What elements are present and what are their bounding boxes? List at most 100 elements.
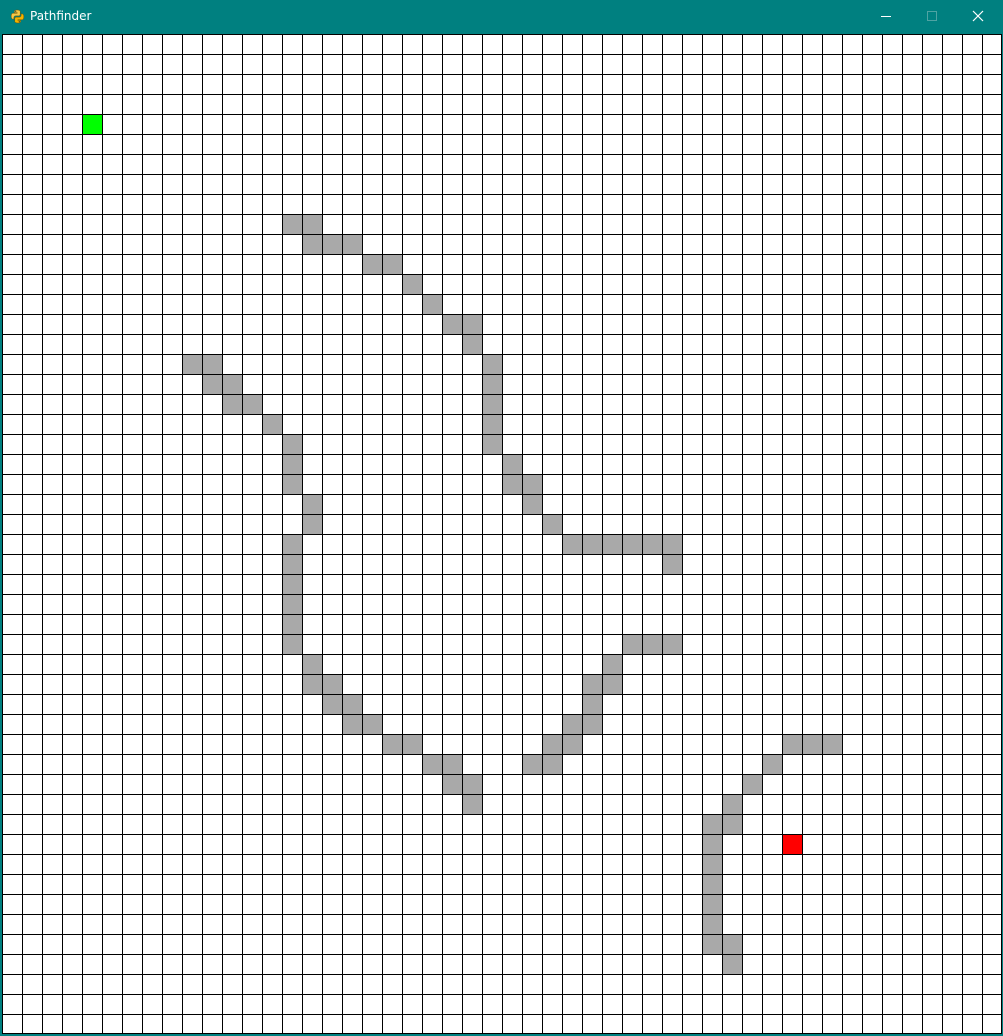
wall-cell[interactable]	[342, 234, 362, 254]
wall-cell[interactable]	[722, 794, 742, 814]
wall-cell[interactable]	[542, 734, 562, 754]
wall-cell[interactable]	[282, 594, 302, 614]
wall-cell[interactable]	[742, 774, 762, 794]
wall-cell[interactable]	[322, 234, 342, 254]
wall-cell[interactable]	[382, 254, 402, 274]
wall-cell[interactable]	[242, 394, 262, 414]
wall-cell[interactable]	[482, 354, 502, 374]
wall-cell[interactable]	[422, 754, 442, 774]
wall-cell[interactable]	[702, 854, 722, 874]
wall-cell[interactable]	[462, 334, 482, 354]
wall-cell[interactable]	[422, 294, 442, 314]
wall-cell[interactable]	[722, 954, 742, 974]
wall-cell[interactable]	[322, 694, 342, 714]
wall-cell[interactable]	[502, 454, 522, 474]
wall-cell[interactable]	[802, 734, 822, 754]
wall-cell[interactable]	[482, 394, 502, 414]
grid-canvas[interactable]	[2, 34, 1002, 1034]
wall-cell[interactable]	[402, 274, 422, 294]
wall-cell[interactable]	[462, 774, 482, 794]
title-bar[interactable]: Pathfinder	[0, 0, 1003, 32]
close-icon	[972, 10, 984, 22]
wall-cell[interactable]	[702, 834, 722, 854]
wall-cell[interactable]	[202, 374, 222, 394]
wall-cell[interactable]	[282, 614, 302, 634]
wall-cell[interactable]	[462, 794, 482, 814]
wall-cell[interactable]	[182, 354, 202, 374]
wall-cell[interactable]	[302, 674, 322, 694]
wall-cell[interactable]	[282, 554, 302, 574]
wall-cell[interactable]	[282, 534, 302, 554]
wall-cell[interactable]	[362, 714, 382, 734]
wall-cell[interactable]	[562, 714, 582, 734]
wall-cell[interactable]	[282, 214, 302, 234]
wall-cell[interactable]	[302, 234, 322, 254]
wall-cell[interactable]	[282, 454, 302, 474]
wall-cell[interactable]	[662, 634, 682, 654]
wall-cell[interactable]	[462, 314, 482, 334]
wall-cell[interactable]	[702, 894, 722, 914]
wall-cell[interactable]	[582, 714, 602, 734]
wall-cell[interactable]	[782, 734, 802, 754]
minimize-button[interactable]	[863, 0, 909, 32]
wall-cell[interactable]	[662, 554, 682, 574]
wall-cell[interactable]	[582, 534, 602, 554]
maximize-button[interactable]	[909, 0, 955, 32]
end-cell[interactable]	[782, 834, 802, 854]
close-button[interactable]	[955, 0, 1001, 32]
wall-cell[interactable]	[502, 474, 522, 494]
wall-cell[interactable]	[522, 494, 542, 514]
wall-cell[interactable]	[702, 814, 722, 834]
wall-cell[interactable]	[302, 214, 322, 234]
wall-cell[interactable]	[542, 514, 562, 534]
wall-cell[interactable]	[262, 414, 282, 434]
wall-cell[interactable]	[402, 734, 422, 754]
wall-cell[interactable]	[222, 374, 242, 394]
wall-cell[interactable]	[822, 734, 842, 754]
wall-cell[interactable]	[602, 674, 622, 694]
wall-cell[interactable]	[582, 674, 602, 694]
wall-cell[interactable]	[342, 714, 362, 734]
start-cell[interactable]	[82, 114, 102, 134]
wall-cell[interactable]	[582, 694, 602, 714]
wall-cell[interactable]	[602, 534, 622, 554]
pathfinder-grid[interactable]	[2, 34, 1002, 1034]
wall-cell[interactable]	[442, 774, 462, 794]
wall-cell[interactable]	[442, 754, 462, 774]
wall-cell[interactable]	[282, 434, 302, 454]
wall-cell[interactable]	[202, 354, 222, 374]
wall-cell[interactable]	[702, 874, 722, 894]
wall-cell[interactable]	[702, 914, 722, 934]
wall-cell[interactable]	[622, 534, 642, 554]
wall-cell[interactable]	[362, 254, 382, 274]
wall-cell[interactable]	[302, 494, 322, 514]
wall-cell[interactable]	[562, 534, 582, 554]
wall-cell[interactable]	[562, 734, 582, 754]
wall-cell[interactable]	[482, 374, 502, 394]
wall-cell[interactable]	[282, 574, 302, 594]
wall-cell[interactable]	[302, 514, 322, 534]
wall-cell[interactable]	[662, 534, 682, 554]
wall-cell[interactable]	[702, 934, 722, 954]
wall-cell[interactable]	[282, 634, 302, 654]
wall-cell[interactable]	[762, 754, 782, 774]
wall-cell[interactable]	[642, 534, 662, 554]
wall-cell[interactable]	[442, 314, 462, 334]
wall-cell[interactable]	[602, 654, 622, 674]
wall-cell[interactable]	[522, 754, 542, 774]
wall-cell[interactable]	[722, 814, 742, 834]
maximize-icon	[927, 11, 937, 21]
wall-cell[interactable]	[722, 934, 742, 954]
wall-cell[interactable]	[302, 654, 322, 674]
wall-cell[interactable]	[542, 754, 562, 774]
wall-cell[interactable]	[322, 674, 342, 694]
wall-cell[interactable]	[222, 394, 242, 414]
wall-cell[interactable]	[282, 474, 302, 494]
wall-cell[interactable]	[342, 694, 362, 714]
wall-cell[interactable]	[642, 634, 662, 654]
wall-cell[interactable]	[482, 414, 502, 434]
wall-cell[interactable]	[622, 634, 642, 654]
wall-cell[interactable]	[522, 474, 542, 494]
wall-cell[interactable]	[382, 734, 402, 754]
wall-cell[interactable]	[482, 434, 502, 454]
